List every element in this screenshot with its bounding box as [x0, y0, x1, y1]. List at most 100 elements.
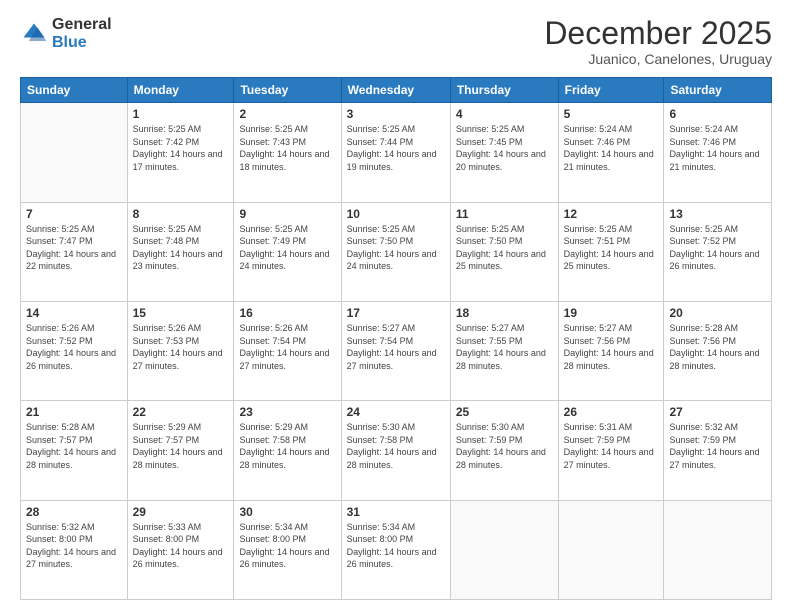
calendar-cell: 28Sunrise: 5:32 AM Sunset: 8:00 PM Dayli…	[21, 500, 128, 599]
day-number: 17	[347, 306, 445, 320]
day-detail: Sunrise: 5:27 AM Sunset: 7:55 PM Dayligh…	[456, 322, 553, 372]
location-subtitle: Juanico, Canelones, Uruguay	[544, 51, 772, 67]
day-detail: Sunrise: 5:24 AM Sunset: 7:46 PM Dayligh…	[564, 123, 659, 173]
day-number: 24	[347, 405, 445, 419]
calendar-cell	[664, 500, 772, 599]
day-detail: Sunrise: 5:30 AM Sunset: 7:59 PM Dayligh…	[456, 421, 553, 471]
day-header-thursday: Thursday	[450, 78, 558, 103]
day-number: 11	[456, 207, 553, 221]
day-detail: Sunrise: 5:25 AM Sunset: 7:47 PM Dayligh…	[26, 223, 122, 273]
day-detail: Sunrise: 5:28 AM Sunset: 7:57 PM Dayligh…	[26, 421, 122, 471]
day-detail: Sunrise: 5:26 AM Sunset: 7:52 PM Dayligh…	[26, 322, 122, 372]
calendar-cell: 19Sunrise: 5:27 AM Sunset: 7:56 PM Dayli…	[558, 301, 664, 400]
day-detail: Sunrise: 5:29 AM Sunset: 7:58 PM Dayligh…	[239, 421, 335, 471]
calendar-cell: 22 Sunrise: 5:29 AM Sunset: 7:57 PM Dayli…	[127, 401, 234, 500]
calendar-cell	[450, 500, 558, 599]
calendar-cell: 23 Sunrise: 5:29 AM Sunset: 7:58 PM Dayli…	[234, 401, 341, 500]
calendar-cell: 25Sunrise: 5:30 AM Sunset: 7:59 PM Dayli…	[450, 401, 558, 500]
day-detail: Sunrise: 5:25 AM Sunset: 7:52 PM Dayligh…	[669, 223, 766, 273]
day-detail: Sunrise: 5:25 AM Sunset: 7:48 PM Dayligh…	[133, 223, 229, 273]
calendar-cell: 20Sunrise: 5:28 AM Sunset: 7:56 PM Dayli…	[664, 301, 772, 400]
calendar-cell: 26 Sunrise: 5:31 AM Sunset: 7:59 PM Dayli…	[558, 401, 664, 500]
calendar-cell	[21, 103, 128, 202]
logo-text: General Blue	[52, 16, 112, 51]
calendar-cell: 10 Sunrise: 5:25 AM Sunset: 7:50 PM Dayli…	[341, 202, 450, 301]
day-detail: Sunrise: 5:27 AM Sunset: 7:56 PM Dayligh…	[564, 322, 659, 372]
calendar-cell: 8 Sunrise: 5:25 AM Sunset: 7:48 PM Daylig…	[127, 202, 234, 301]
calendar-cell	[558, 500, 664, 599]
logo-blue: Blue	[52, 34, 112, 52]
day-detail: Sunrise: 5:26 AM Sunset: 7:53 PM Dayligh…	[133, 322, 229, 372]
day-header-tuesday: Tuesday	[234, 78, 341, 103]
day-number: 14	[26, 306, 122, 320]
calendar-cell: 4Sunrise: 5:25 AM Sunset: 7:45 PM Daylig…	[450, 103, 558, 202]
day-detail: Sunrise: 5:30 AM Sunset: 7:58 PM Dayligh…	[347, 421, 445, 471]
day-number: 29	[133, 505, 229, 519]
day-number: 10	[347, 207, 445, 221]
day-number: 6	[669, 107, 766, 121]
day-detail: Sunrise: 5:25 AM Sunset: 7:50 PM Dayligh…	[456, 223, 553, 273]
day-number: 22	[133, 405, 229, 419]
day-detail: Sunrise: 5:29 AM Sunset: 7:57 PM Dayligh…	[133, 421, 229, 471]
day-detail: Sunrise: 5:25 AM Sunset: 7:45 PM Dayligh…	[456, 123, 553, 173]
calendar-cell: 27 Sunrise: 5:32 AM Sunset: 7:59 PM Dayli…	[664, 401, 772, 500]
day-detail: Sunrise: 5:33 AM Sunset: 8:00 PM Dayligh…	[133, 521, 229, 571]
month-title: December 2025	[544, 16, 772, 51]
day-number: 9	[239, 207, 335, 221]
day-number: 2	[239, 107, 335, 121]
calendar-cell: 15 Sunrise: 5:26 AM Sunset: 7:53 PM Dayli…	[127, 301, 234, 400]
day-header-saturday: Saturday	[664, 78, 772, 103]
day-detail: Sunrise: 5:25 AM Sunset: 7:50 PM Dayligh…	[347, 223, 445, 273]
day-number: 8	[133, 207, 229, 221]
calendar: SundayMondayTuesdayWednesdayThursdayFrid…	[20, 77, 772, 600]
day-number: 23	[239, 405, 335, 419]
day-detail: Sunrise: 5:24 AM Sunset: 7:46 PM Dayligh…	[669, 123, 766, 173]
day-detail: Sunrise: 5:27 AM Sunset: 7:54 PM Dayligh…	[347, 322, 445, 372]
day-header-friday: Friday	[558, 78, 664, 103]
day-number: 27	[669, 405, 766, 419]
calendar-header-row: SundayMondayTuesdayWednesdayThursdayFrid…	[21, 78, 772, 103]
calendar-cell: 6 Sunrise: 5:24 AM Sunset: 7:46 PM Daylig…	[664, 103, 772, 202]
day-detail: Sunrise: 5:25 AM Sunset: 7:51 PM Dayligh…	[564, 223, 659, 273]
calendar-cell: 30 Sunrise: 5:34 AM Sunset: 8:00 PM Dayli…	[234, 500, 341, 599]
day-number: 16	[239, 306, 335, 320]
day-detail: Sunrise: 5:34 AM Sunset: 8:00 PM Dayligh…	[239, 521, 335, 571]
calendar-week-5: 28Sunrise: 5:32 AM Sunset: 8:00 PM Dayli…	[21, 500, 772, 599]
day-header-wednesday: Wednesday	[341, 78, 450, 103]
day-number: 26	[564, 405, 659, 419]
day-number: 7	[26, 207, 122, 221]
day-number: 1	[133, 107, 229, 121]
calendar-week-2: 7 Sunrise: 5:25 AM Sunset: 7:47 PM Daylig…	[21, 202, 772, 301]
day-detail: Sunrise: 5:25 AM Sunset: 7:49 PM Dayligh…	[239, 223, 335, 273]
calendar-cell: 16 Sunrise: 5:26 AM Sunset: 7:54 PM Dayli…	[234, 301, 341, 400]
logo-general: General	[52, 16, 112, 34]
day-number: 13	[669, 207, 766, 221]
calendar-cell: 7 Sunrise: 5:25 AM Sunset: 7:47 PM Daylig…	[21, 202, 128, 301]
page: General Blue December 2025 Juanico, Cane…	[0, 0, 792, 612]
calendar-cell: 12 Sunrise: 5:25 AM Sunset: 7:51 PM Dayli…	[558, 202, 664, 301]
day-number: 12	[564, 207, 659, 221]
calendar-cell: 1 Sunrise: 5:25 AM Sunset: 7:42 PM Daylig…	[127, 103, 234, 202]
calendar-cell: 3 Sunrise: 5:25 AM Sunset: 7:44 PM Daylig…	[341, 103, 450, 202]
day-number: 3	[347, 107, 445, 121]
calendar-cell: 2Sunrise: 5:25 AM Sunset: 7:43 PM Daylig…	[234, 103, 341, 202]
calendar-cell: 31Sunrise: 5:34 AM Sunset: 8:00 PM Dayli…	[341, 500, 450, 599]
day-detail: Sunrise: 5:32 AM Sunset: 7:59 PM Dayligh…	[669, 421, 766, 471]
day-number: 18	[456, 306, 553, 320]
day-detail: Sunrise: 5:25 AM Sunset: 7:42 PM Dayligh…	[133, 123, 229, 173]
day-number: 5	[564, 107, 659, 121]
calendar-cell: 18 Sunrise: 5:27 AM Sunset: 7:55 PM Dayli…	[450, 301, 558, 400]
calendar-week-4: 21 Sunrise: 5:28 AM Sunset: 7:57 PM Dayli…	[21, 401, 772, 500]
calendar-cell: 29 Sunrise: 5:33 AM Sunset: 8:00 PM Dayli…	[127, 500, 234, 599]
day-number: 21	[26, 405, 122, 419]
day-number: 15	[133, 306, 229, 320]
logo: General Blue	[20, 16, 112, 51]
day-number: 30	[239, 505, 335, 519]
day-detail: Sunrise: 5:31 AM Sunset: 7:59 PM Dayligh…	[564, 421, 659, 471]
day-detail: Sunrise: 5:34 AM Sunset: 8:00 PM Dayligh…	[347, 521, 445, 571]
day-number: 20	[669, 306, 766, 320]
day-detail: Sunrise: 5:26 AM Sunset: 7:54 PM Dayligh…	[239, 322, 335, 372]
day-detail: Sunrise: 5:25 AM Sunset: 7:44 PM Dayligh…	[347, 123, 445, 173]
calendar-cell: 14 Sunrise: 5:26 AM Sunset: 7:52 PM Dayli…	[21, 301, 128, 400]
day-header-monday: Monday	[127, 78, 234, 103]
